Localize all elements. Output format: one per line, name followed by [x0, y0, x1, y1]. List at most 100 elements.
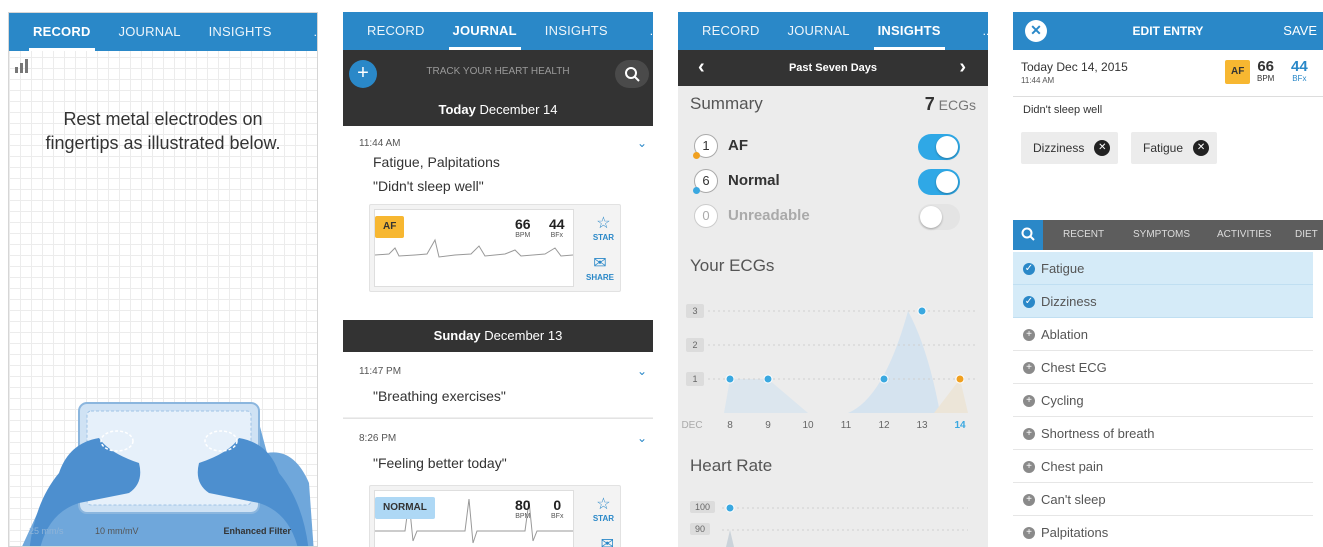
insights-screen: RECORD JOURNAL INSIGHTS ... Past Seven D…: [678, 12, 988, 547]
entry-note: "Feeling better today": [373, 455, 507, 471]
plus-icon: +: [1023, 395, 1035, 407]
symptom-chip[interactable]: Dizziness ✕: [1021, 132, 1119, 164]
tab-record[interactable]: RECORD: [19, 13, 105, 51]
plus-icon: +: [1023, 461, 1035, 473]
y-tick-label: 3: [692, 306, 697, 316]
list-item-label: Shortness of breath: [1041, 426, 1155, 441]
chevron-left-icon[interactable]: ‹: [698, 50, 705, 86]
data-point: [725, 374, 735, 384]
tab-record[interactable]: RECORD: [688, 12, 774, 50]
summary-label: Unreadable: [728, 207, 810, 224]
more-menu-button[interactable]: ...: [650, 24, 653, 38]
journal-entry[interactable]: 11:44 AM ⌄ Fatigue, Palpitations "Didn't…: [343, 126, 653, 320]
count-value: 0: [702, 208, 710, 223]
ecg-count-unit: ECGs: [938, 97, 976, 113]
list-item[interactable]: + Cycling: [1013, 384, 1313, 417]
x-tick-label: 11: [841, 420, 852, 428]
journal-entry[interactable]: 8:26 PM ⌄ "Feeling better today" NORMAL …: [343, 418, 653, 547]
summary-row: 0 Unreadable: [694, 202, 974, 230]
bpm-unit: BPM: [515, 513, 531, 520]
entry-note[interactable]: Didn't sleep well: [1023, 104, 1102, 116]
list-item[interactable]: + Palpitations: [1013, 516, 1313, 547]
more-menu-button[interactable]: ...: [983, 24, 988, 38]
save-button[interactable]: SAVE: [1283, 12, 1317, 50]
tab-bar: RECORD JOURNAL INSIGHTS ...: [9, 13, 317, 51]
tab-journal[interactable]: JOURNAL: [774, 12, 864, 50]
summary-label: AF: [728, 137, 748, 154]
x-tick-label: 12: [878, 420, 890, 428]
star-button[interactable]: ☆ STAR: [593, 494, 614, 523]
toggle-knob: [936, 136, 958, 158]
count-badge: 6: [693, 169, 718, 194]
edit-title: EDIT ENTRY: [1132, 24, 1204, 38]
plus-icon: +: [1023, 494, 1035, 506]
star-icon: ☆: [596, 496, 611, 513]
entry-note: "Breathing exercises": [373, 388, 506, 404]
bfx-unit: BFx: [550, 232, 564, 239]
share-button[interactable]: ✉: [601, 534, 614, 547]
chevron-down-icon[interactable]: ⌄: [637, 431, 647, 445]
entry-time: 11:47 PM: [359, 366, 402, 377]
tab-record[interactable]: RECORD: [353, 12, 439, 50]
journal-entry[interactable]: 11:47 PM ⌄ "Breathing exercises": [343, 352, 653, 417]
bfx-value: 44 BFx: [1291, 58, 1308, 83]
hands-illustration: [22, 402, 314, 546]
entry-time: 8:26 PM: [359, 433, 397, 444]
list-item-label: Can't sleep: [1041, 492, 1106, 507]
share-button[interactable]: ✉ SHARE: [586, 253, 614, 282]
bpm-number: 66: [1257, 58, 1275, 75]
bpm-unit: BPM: [515, 232, 531, 239]
bpm-value: 80 BPM: [515, 497, 531, 520]
list-item[interactable]: + Shortness of breath: [1013, 417, 1313, 450]
tab-insights[interactable]: INSIGHTS: [531, 12, 622, 50]
tab-activities[interactable]: ACTIVITIES: [1217, 220, 1271, 250]
ecg-card[interactable]: AF 66 BPM 44 BFx ☆ STAR ✉ SHARE: [369, 204, 621, 292]
list-item[interactable]: + Can't sleep: [1013, 483, 1313, 516]
list-item[interactable]: + Chest pain: [1013, 450, 1313, 483]
close-icon[interactable]: ✕: [1193, 140, 1210, 156]
symptom-chip[interactable]: Fatigue ✕: [1131, 132, 1218, 164]
entry-symptoms: Fatigue, Palpitations: [373, 154, 500, 170]
tab-insights[interactable]: INSIGHTS: [195, 13, 286, 51]
tab-recent[interactable]: RECENT: [1063, 220, 1104, 250]
list-item[interactable]: ✓ Dizziness: [1013, 285, 1313, 318]
day-name: Today: [438, 102, 476, 117]
tab-symptoms[interactable]: SYMPTOMS: [1133, 220, 1190, 250]
tab-journal[interactable]: JOURNAL: [105, 13, 195, 51]
tab-insights[interactable]: INSIGHTS: [864, 12, 955, 50]
search-button[interactable]: [615, 60, 649, 88]
list-item[interactable]: + Chest ECG: [1013, 351, 1313, 384]
chevron-down-icon[interactable]: ⌄: [637, 136, 647, 150]
data-point: [879, 374, 889, 384]
bfx-unit: BFx: [1292, 74, 1307, 83]
toggle-switch[interactable]: [918, 204, 960, 230]
ecg-card[interactable]: NORMAL 80 BPM 0 BFx ☆ STAR ✉: [369, 485, 621, 547]
more-menu-button[interactable]: ...: [314, 25, 317, 39]
close-icon[interactable]: ✕: [1094, 140, 1111, 156]
search-icon[interactable]: [1013, 220, 1043, 250]
y-tick-label: 1: [692, 374, 697, 384]
toggle-switch[interactable]: [918, 134, 960, 160]
edit-header: ✕ EDIT ENTRY SAVE: [1013, 12, 1323, 50]
star-button[interactable]: ☆ STAR: [593, 213, 614, 242]
add-entry-button[interactable]: +: [349, 60, 377, 88]
signal-bars-icon[interactable]: [15, 59, 31, 76]
filter-label[interactable]: Enhanced Filter: [223, 526, 291, 536]
chevron-right-icon[interactable]: ›: [959, 50, 966, 86]
data-point: [955, 374, 965, 384]
record-screen: RECORD JOURNAL INSIGHTS ... Rest metal e…: [8, 12, 318, 547]
list-item[interactable]: ✓ Fatigue: [1013, 252, 1313, 285]
toggle-switch[interactable]: [918, 169, 960, 195]
chevron-down-icon[interactable]: ⌄: [637, 364, 647, 378]
list-item[interactable]: + Ablation: [1013, 318, 1313, 351]
series-dot: [693, 152, 700, 159]
envelope-icon: ✉: [600, 536, 614, 547]
tab-journal[interactable]: JOURNAL: [439, 12, 531, 50]
ecg-count: 7 ECGs: [925, 94, 976, 115]
recording-settings: 25 mm/s 10 mm/mV Enhanced Filter: [9, 526, 317, 540]
record-instruction: Rest metal electrodes on fingertips as i…: [45, 109, 281, 153]
summary-title: Summary: [690, 94, 763, 113]
tab-diet[interactable]: DIET: [1295, 220, 1318, 250]
count-badge: 1: [693, 134, 718, 159]
plus-icon: +: [1023, 428, 1035, 440]
